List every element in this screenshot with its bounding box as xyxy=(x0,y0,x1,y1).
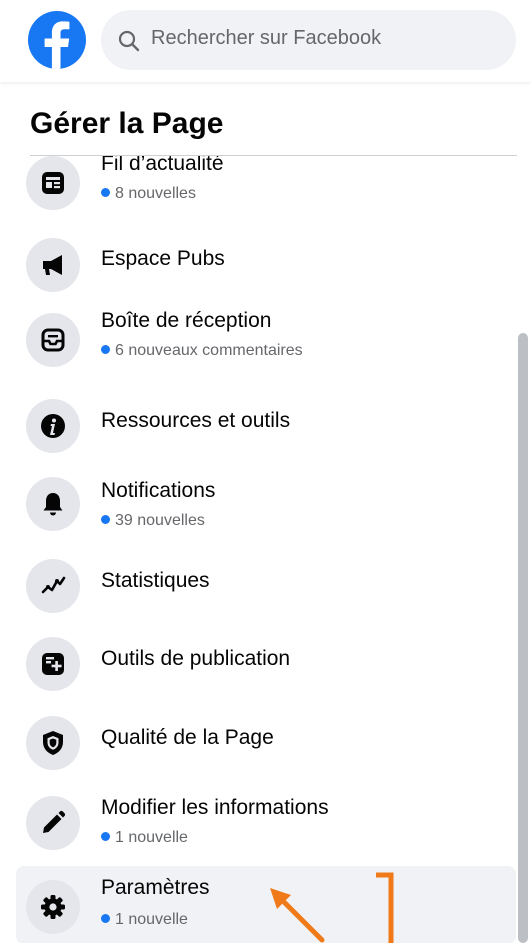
top-bar: Rechercher sur Facebook xyxy=(0,0,531,82)
annotation-bracket-icon xyxy=(376,872,394,943)
menu-item-news-feed[interactable]: Fil d’actualité 8 nouvelles xyxy=(16,156,516,216)
bell-icon xyxy=(26,477,80,531)
menu-item-label: Fil d’actualité xyxy=(101,156,224,175)
menu-item-ads[interactable]: Espace Pubs xyxy=(16,230,516,298)
insights-icon xyxy=(26,559,80,613)
pencil-icon xyxy=(26,796,80,850)
menu-item-label: Espace Pubs xyxy=(101,247,225,270)
menu-item-label: Boîte de réception xyxy=(101,309,272,332)
shield-icon xyxy=(26,716,80,770)
unread-dot xyxy=(101,345,110,355)
menu-item-inbox[interactable]: Boîte de réception 6 nouveaux commentair… xyxy=(16,305,516,373)
menu-item-badge: 8 nouvelles xyxy=(101,185,196,203)
facebook-logo-icon[interactable] xyxy=(28,11,86,69)
gear-icon xyxy=(26,880,80,934)
unread-dot xyxy=(101,188,110,198)
megaphone-icon xyxy=(26,238,80,292)
menu-item-label: Modifier les informations xyxy=(101,796,329,819)
menu-item-label: Notifications xyxy=(101,479,216,502)
menu-item-badge: 1 nouvelle xyxy=(101,829,188,847)
annotation-arrow-icon xyxy=(270,888,325,943)
menu-item-label: Statistiques xyxy=(101,569,210,592)
manage-page-menu: Fil d’actualité 8 nouvelles Espace Pubs … xyxy=(0,156,531,943)
menu-item-label: Paramètres xyxy=(101,876,210,899)
menu-item-page-quality[interactable]: Qualité de la Page xyxy=(16,708,516,776)
unread-dot xyxy=(101,832,110,842)
scrollbar[interactable] xyxy=(518,333,528,943)
search-placeholder: Rechercher sur Facebook xyxy=(151,27,382,49)
unread-dot xyxy=(101,515,110,525)
search-input[interactable]: Rechercher sur Facebook xyxy=(101,10,516,70)
menu-item-notifications[interactable]: Notifications 39 nouvelles xyxy=(16,469,516,537)
menu-item-badge: 6 nouveaux commentaires xyxy=(101,342,303,360)
menu-item-edit-info[interactable]: Modifier les informations 1 nouvelle xyxy=(16,788,516,856)
menu-item-insights[interactable]: Statistiques xyxy=(16,551,516,619)
menu-item-resources[interactable]: Ressources et outils xyxy=(16,391,516,459)
publishing-tools-icon xyxy=(26,637,80,691)
menu-item-label: Qualité de la Page xyxy=(101,726,274,749)
menu-item-publishing-tools[interactable]: Outils de publication xyxy=(16,629,516,697)
menu-item-badge: 39 nouvelles xyxy=(101,512,205,530)
unread-dot xyxy=(101,914,110,924)
menu-item-label: Outils de publication xyxy=(101,647,291,670)
menu-item-label: Ressources et outils xyxy=(101,409,291,432)
news-feed-icon xyxy=(26,156,80,210)
search-icon xyxy=(118,30,140,52)
inbox-icon xyxy=(26,313,80,367)
menu-item-badge: 1 nouvelle xyxy=(101,911,188,929)
info-icon xyxy=(26,399,80,453)
page-title: Gérer la Page xyxy=(30,107,224,140)
